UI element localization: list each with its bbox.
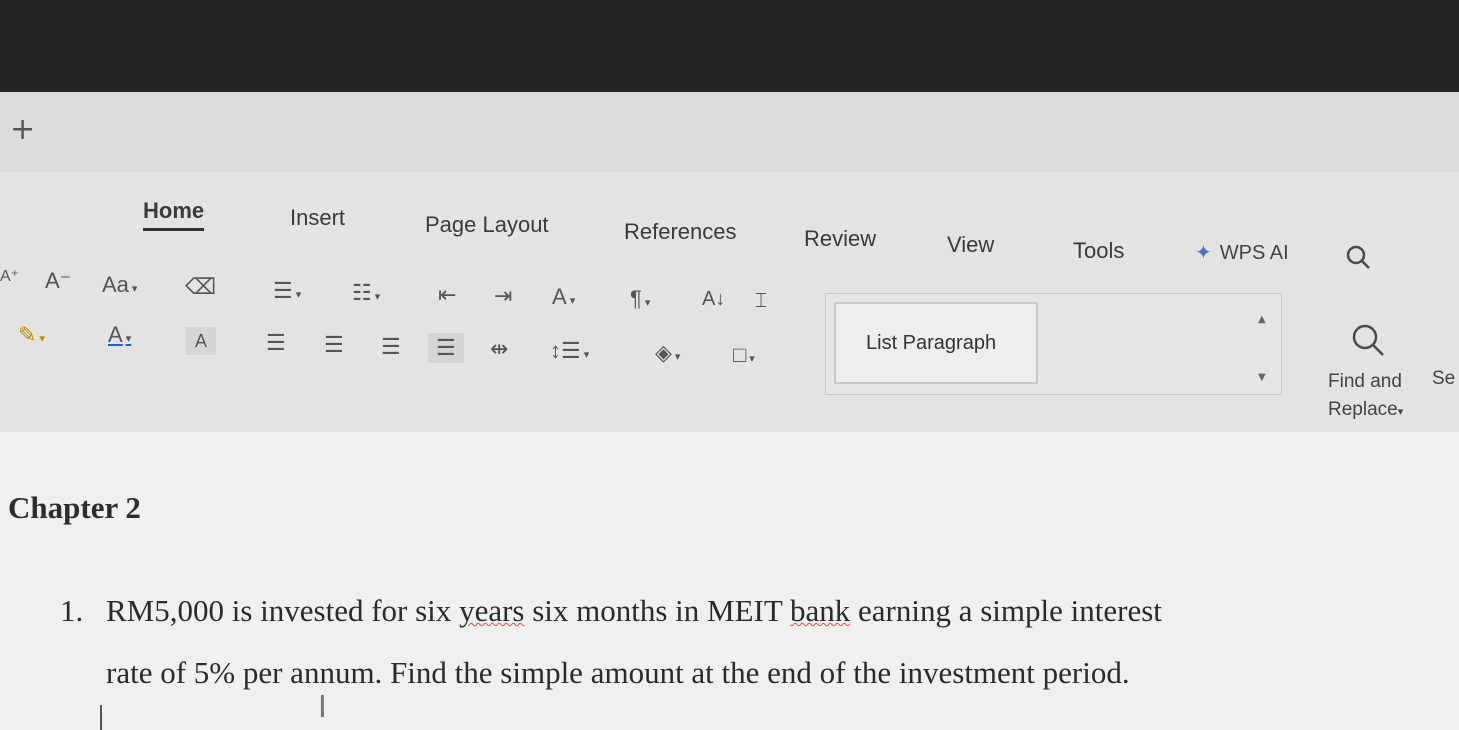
tab-stop-icon[interactable]: ⌶ bbox=[755, 290, 767, 313]
chevron-down-icon: ▾ bbox=[569, 295, 576, 307]
chevron-down-icon: ▾ bbox=[125, 333, 132, 345]
list-paragraph[interactable]: 1. RM5,000 is invested for six years six … bbox=[60, 580, 1320, 704]
text-line-2: rate of 5% per annum. Find the simple am… bbox=[106, 655, 1130, 690]
character-shading-icon[interactable]: A bbox=[186, 327, 216, 355]
increase-indent-icon[interactable]: ⇥ bbox=[494, 283, 512, 309]
sort-icon[interactable]: A↓ bbox=[702, 288, 725, 311]
ibeam-cursor-icon: I bbox=[318, 690, 327, 725]
chevron-down-icon: ▾ bbox=[39, 333, 45, 345]
text-run: earning a simple interest bbox=[850, 593, 1162, 628]
tab-insert[interactable]: Insert bbox=[290, 205, 345, 231]
select-button[interactable]: Se bbox=[1432, 368, 1455, 390]
chevron-down-icon: ▾ bbox=[374, 291, 381, 303]
chapter-heading: Chapter 2 bbox=[8, 490, 141, 525]
decrease-indent-icon[interactable]: ⇤ bbox=[438, 282, 456, 308]
align-left-icon[interactable]: ☰ bbox=[266, 330, 286, 356]
align-center-icon[interactable]: ☰ bbox=[324, 332, 344, 358]
chevron-up-icon[interactable]: ▲ bbox=[1258, 314, 1266, 325]
shading-icon[interactable]: ◈ ▾ bbox=[655, 340, 680, 366]
find-icon[interactable] bbox=[1348, 320, 1388, 360]
tab-references[interactable]: References bbox=[624, 219, 737, 245]
numbering-icon[interactable]: ☷ ▾ bbox=[352, 280, 380, 306]
document-tab-bar: + bbox=[0, 92, 1459, 172]
text-run: RM5,000 is invested for six bbox=[106, 593, 460, 628]
line-spacing-icon[interactable]: ↕☰ ▾ bbox=[550, 338, 589, 364]
font-color-icon[interactable]: A ▾ bbox=[108, 322, 131, 348]
borders-icon[interactable]: □ ▾ bbox=[733, 342, 755, 368]
new-tab-button[interactable]: + bbox=[10, 112, 35, 147]
grow-font-icon[interactable]: A⁺ bbox=[0, 266, 19, 286]
tab-home[interactable]: Home bbox=[143, 198, 205, 231]
wps-ai-button[interactable]: ✦ WPS AI bbox=[1195, 240, 1289, 265]
chevron-down-icon: ▾ bbox=[674, 351, 681, 363]
chevron-down-icon[interactable]: ▼ bbox=[1258, 372, 1266, 383]
text-direction-icon[interactable]: A ▾ bbox=[552, 284, 575, 310]
chevron-down-icon: ▾ bbox=[295, 289, 302, 301]
style-name: List Paragraph bbox=[866, 332, 997, 354]
chevron-down-icon: ▾ bbox=[1397, 406, 1404, 418]
chevron-down-icon: ▾ bbox=[583, 349, 590, 361]
highlight-icon[interactable]: ✎ ▾ bbox=[18, 322, 45, 348]
find-replace-label-2: Replace bbox=[1328, 399, 1398, 420]
chevron-down-icon: ▾ bbox=[131, 283, 138, 295]
text-run: six months in MEIT bbox=[524, 593, 790, 628]
text-caret bbox=[100, 705, 102, 730]
change-case-label: Aa bbox=[102, 272, 129, 297]
style-list-paragraph[interactable]: List Paragraph bbox=[834, 302, 1038, 384]
spellcheck-word: years bbox=[459, 593, 525, 628]
chevron-down-icon: ▾ bbox=[644, 297, 651, 309]
change-case-button[interactable]: Aa ▾ bbox=[102, 272, 137, 298]
paragraph-mark-icon[interactable]: ¶ ▾ bbox=[630, 286, 650, 312]
list-number: 1. bbox=[60, 593, 84, 628]
chevron-down-icon: ▾ bbox=[749, 353, 755, 365]
bullets-icon[interactable]: ☰ ▾ bbox=[273, 278, 301, 304]
search-icon[interactable] bbox=[1345, 244, 1371, 270]
spellcheck-word: bank bbox=[790, 593, 851, 628]
distributed-icon[interactable]: ⇹ bbox=[490, 336, 508, 362]
clear-format-icon[interactable]: ⌫ bbox=[185, 274, 216, 300]
justify-icon[interactable]: ☰ bbox=[428, 333, 464, 363]
style-gallery: List Paragraph ▲ ▼ bbox=[825, 293, 1282, 395]
align-right-icon[interactable]: ☰ bbox=[381, 334, 401, 360]
tab-review[interactable]: Review bbox=[804, 226, 876, 252]
wps-ai-label: WPS AI bbox=[1219, 242, 1289, 264]
shrink-font-icon[interactable]: A⁻ bbox=[45, 268, 71, 294]
find-replace-button[interactable]: Find and Replace▾ bbox=[1328, 368, 1403, 426]
tab-page-layout[interactable]: Page Layout bbox=[425, 212, 549, 238]
tab-tools[interactable]: Tools bbox=[1073, 238, 1124, 264]
tab-view[interactable]: View bbox=[947, 232, 994, 258]
sparkle-icon: ✦ bbox=[1195, 242, 1212, 264]
find-replace-label-1: Find and bbox=[1328, 371, 1402, 392]
